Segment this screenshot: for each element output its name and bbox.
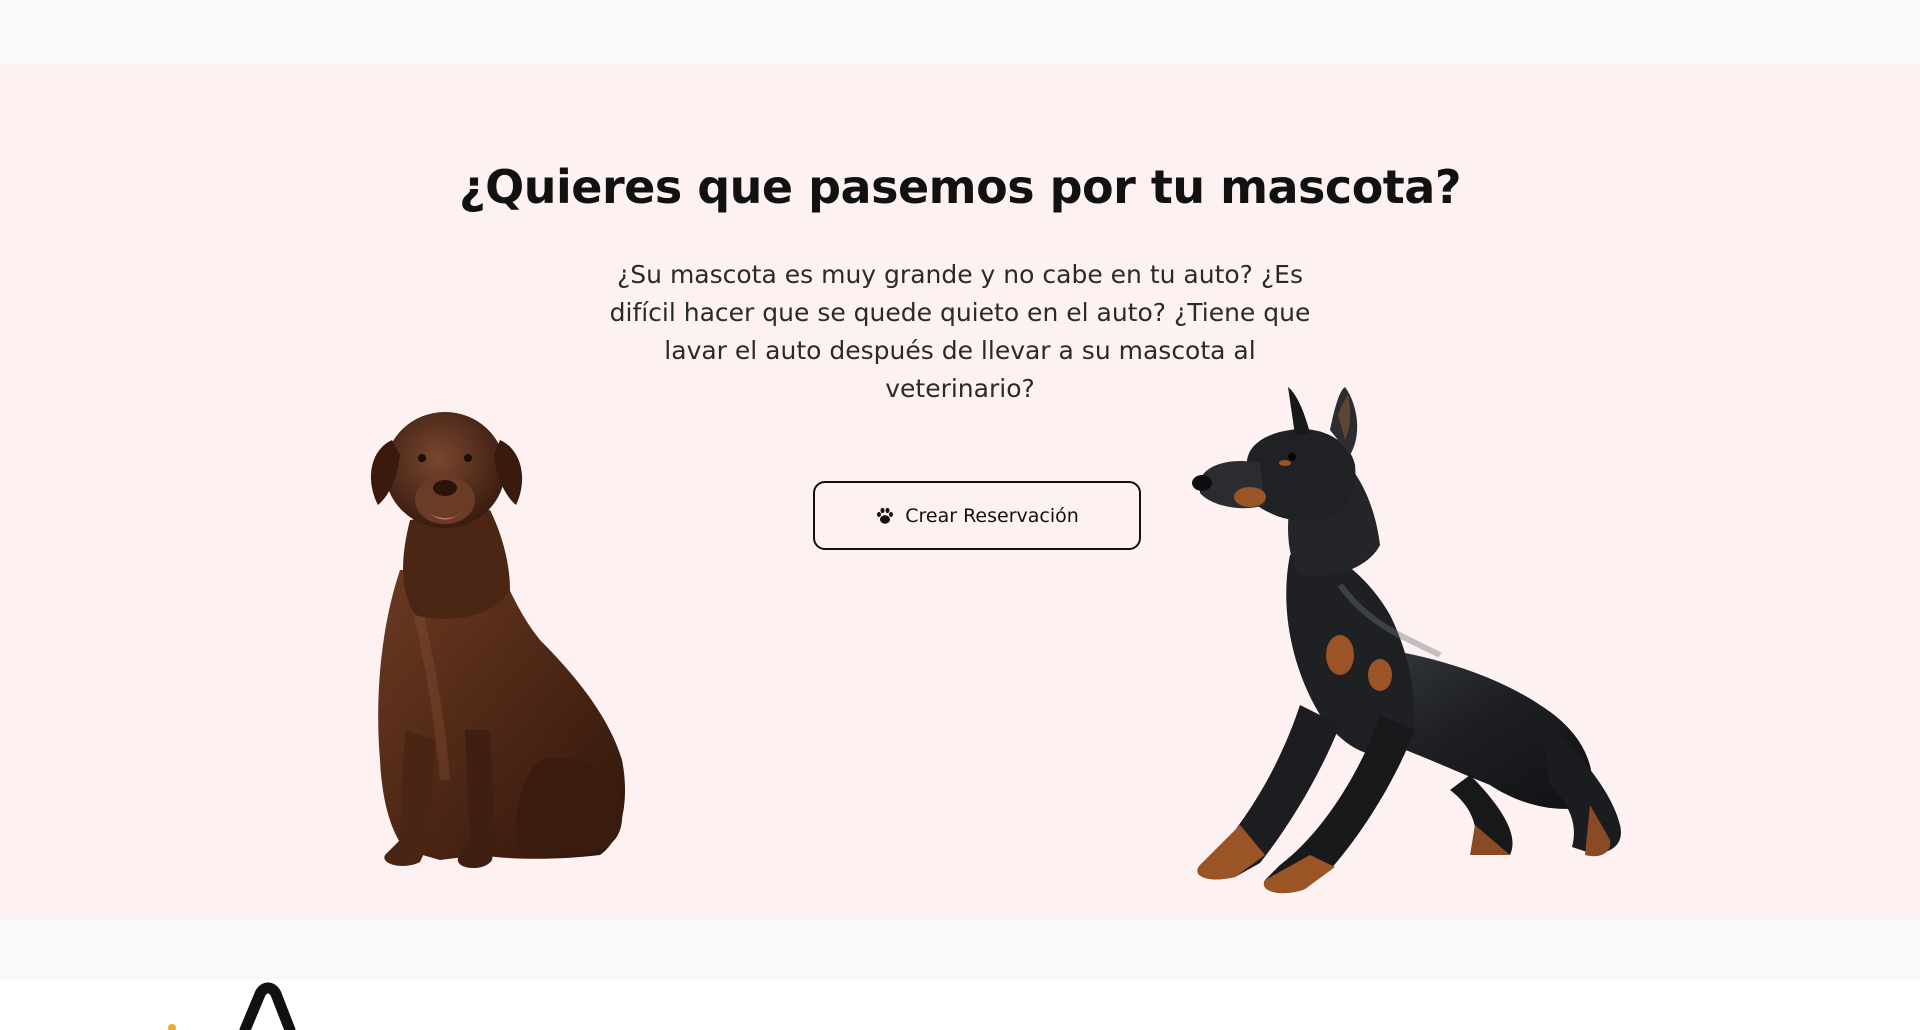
top-strip <box>0 0 1920 65</box>
labrador-dog-image <box>370 412 626 869</box>
paw-icon <box>875 506 895 526</box>
create-reservation-label: Crear Reservación <box>905 504 1079 527</box>
footer <box>0 980 1920 1030</box>
hero-title: ¿Quieres que pasemos por tu mascota? <box>458 160 1462 214</box>
doberman-dog-image <box>1192 387 1621 894</box>
brand-logo <box>168 982 296 1030</box>
create-reservation-button[interactable]: Crear Reservación <box>813 481 1141 550</box>
bottom-strip <box>0 920 1920 980</box>
